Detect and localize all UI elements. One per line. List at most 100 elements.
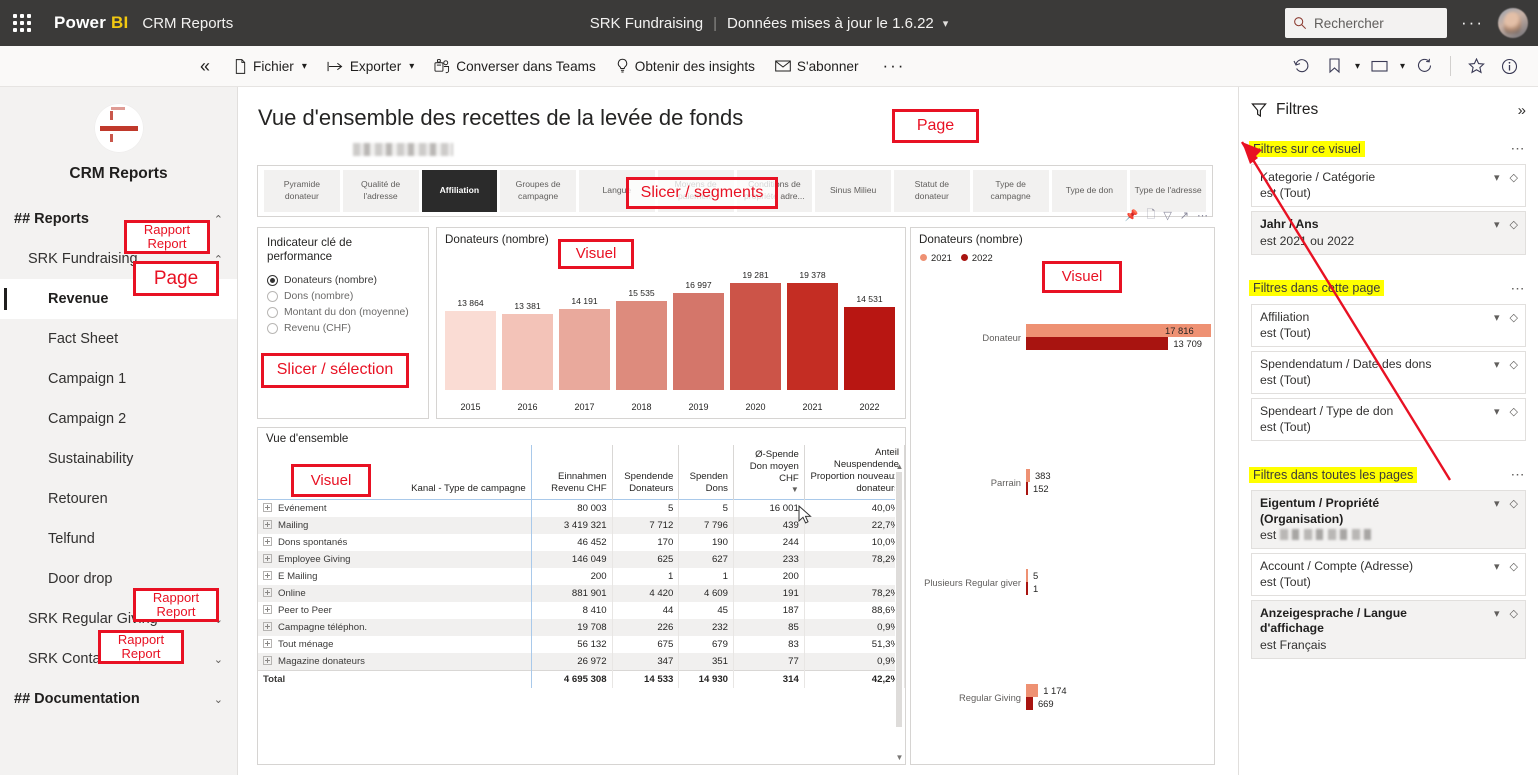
bar-2018[interactable]: [616, 301, 667, 390]
expand-row-icon[interactable]: [263, 502, 272, 512]
pin-icon[interactable]: 📌: [1125, 209, 1139, 222]
toolbar-teams[interactable]: Converser dans Teams: [426, 54, 604, 79]
hbar-2022-regular-giving[interactable]: [1026, 697, 1033, 710]
toolbar-overflow-button[interactable]: ···: [870, 51, 917, 81]
clear-filter-icon[interactable]: ◇: [1510, 358, 1518, 371]
sidebar-item-srk-regular-giving[interactable]: SRK Regular Giving ⌄: [0, 599, 237, 639]
bookmark-icon[interactable]: [1320, 52, 1350, 80]
sidebar-item-srk-contacts[interactable]: SRK Contacts ⌄: [0, 639, 237, 679]
chevron-down-icon[interactable]: ▾: [1494, 171, 1500, 184]
chevron-down-icon[interactable]: ▾: [1494, 560, 1500, 573]
donors-by-year-chart[interactable]: Donateurs (nombre) 13 864 13 381 14 191 15 …: [436, 227, 906, 419]
hbar-row-2022[interactable]: 13 709: [1026, 337, 1210, 350]
topbar-more-button[interactable]: ···: [1457, 13, 1488, 33]
info-icon[interactable]: [1494, 52, 1524, 80]
chevron-down-icon[interactable]: ▾: [1494, 218, 1500, 231]
hbar-row-2021[interactable]: 383: [1026, 469, 1210, 482]
filter-card-eigentum[interactable]: Eigentum / Propriété (Organisation) est …: [1251, 490, 1526, 549]
filter-card-account[interactable]: Account / Compte (Adresse) est (Tout) ▾ …: [1251, 552, 1526, 596]
bar-2021[interactable]: [787, 283, 838, 390]
sort-descending-icon[interactable]: ▼: [739, 485, 799, 495]
clear-filter-icon[interactable]: ◇: [1510, 607, 1518, 620]
filter-group-all-more[interactable]: ⋯: [1511, 466, 1527, 483]
clear-filter-icon[interactable]: ◇: [1510, 218, 1518, 231]
reset-icon[interactable]: [1287, 52, 1317, 80]
expand-row-icon[interactable]: [263, 621, 272, 631]
hbar-2022-parrain[interactable]: [1026, 482, 1028, 495]
expand-row-icon[interactable]: [263, 570, 272, 580]
filter-card-spendendatum[interactable]: Spendendatum / Date des dons est (Tout) …: [1251, 350, 1526, 394]
hbar-row-2022[interactable]: 1: [1026, 582, 1210, 595]
bar-column-2015[interactable]: 13 864: [445, 270, 496, 390]
expand-row-icon[interactable]: [263, 519, 272, 529]
expand-row-icon[interactable]: [263, 587, 272, 597]
bar-column-2019[interactable]: 16 997: [673, 270, 724, 390]
expand-row-icon[interactable]: [263, 536, 272, 546]
scroll-up-icon[interactable]: ▲: [895, 462, 904, 471]
slicer-tab-sinus-milieu[interactable]: Sinus Milieu: [815, 170, 891, 212]
kpi-option-revenu[interactable]: Revenu (CHF): [267, 321, 419, 337]
clear-filter-icon[interactable]: ◇: [1510, 171, 1518, 184]
chevron-down-icon[interactable]: ▾: [1494, 497, 1500, 510]
scrollbar-thumb[interactable]: [896, 472, 902, 727]
avatar[interactable]: [1498, 8, 1528, 38]
sidebar-item-door-drop[interactable]: Door drop: [0, 559, 237, 599]
chevron-down-icon[interactable]: ▾: [302, 61, 307, 72]
slicer-tab-affiliation[interactable]: Affiliation: [421, 170, 498, 212]
col-header-don-moyen[interactable]: Ø-Spende Don moyen CHF ▼: [733, 445, 805, 500]
chevron-down-icon[interactable]: ⌄: [214, 613, 223, 626]
table-row[interactable]: Dons spontanés 46 452 170 190 244 10,0%: [258, 533, 905, 551]
sidebar-section-reports[interactable]: ## Reports ⌃: [0, 199, 237, 239]
sidebar-item-revenue[interactable]: Revenue: [0, 279, 237, 319]
chevron-down-icon[interactable]: ⌄: [214, 653, 223, 666]
slicer-tab-type-don[interactable]: Type de don: [1051, 170, 1128, 212]
expand-row-icon[interactable]: [263, 604, 272, 614]
sidebar-item-campaign-1[interactable]: Campaign 1: [0, 359, 237, 399]
clear-filter-icon[interactable]: ◇: [1510, 497, 1518, 510]
donors-by-affiliation-chart[interactable]: 📌 🗋 ▽ ↗ ⋯ Donateurs (nombre) 2021 2022 D…: [910, 209, 1215, 765]
sidebar-item-telfund[interactable]: Telfund: [0, 519, 237, 559]
expand-row-icon[interactable]: [263, 655, 272, 665]
chevron-down-icon[interactable]: ▾: [1494, 405, 1500, 418]
toolbar-fichier[interactable]: Fichier ▾: [226, 54, 315, 79]
toolbar-subscribe[interactable]: S'abonner: [767, 54, 867, 79]
chevron-down-icon[interactable]: ▾: [1398, 61, 1407, 72]
chevron-down-icon[interactable]: ▾: [1494, 311, 1500, 324]
slicer-tab-langue[interactable]: Langue: [579, 170, 655, 212]
filter-card-jahr[interactable]: Jahr / Ans est 2021 ou 2022 ▾ ◇: [1251, 211, 1526, 255]
hbar-2021-regular-giving[interactable]: [1026, 684, 1039, 697]
chevron-up-icon[interactable]: ⌃: [214, 253, 223, 266]
sidebar-item-retouren[interactable]: Retouren: [0, 479, 237, 519]
slicer-tab-statut-donateur[interactable]: Statut de donateur: [894, 170, 970, 212]
sidebar-section-documentation[interactable]: ## Documentation ⌄: [0, 679, 237, 719]
toolbar-insights[interactable]: Obtenir des insights: [608, 53, 763, 79]
scroll-down-icon[interactable]: ▼: [895, 753, 904, 762]
col-header-einnahmen[interactable]: Einnahmen Revenu CHF: [531, 445, 613, 500]
sidebar-item-fact-sheet[interactable]: Fact Sheet: [0, 319, 237, 359]
filter-card-anzeigesprache[interactable]: Anzeigesprache / Langue d'affichage est …: [1251, 600, 1526, 659]
filter-card-kategorie[interactable]: Kategorie / Catégorie est (Tout) ▾ ◇: [1251, 164, 1526, 208]
bar-column-2018[interactable]: 15 535: [616, 270, 667, 390]
filter-icon[interactable]: ▽: [1163, 209, 1171, 222]
table-row[interactable]: Peer to Peer 8 410 44 45 187 88,6%: [258, 601, 905, 619]
hbar-row-2022[interactable]: 669: [1026, 697, 1210, 710]
bar-2020[interactable]: [730, 283, 781, 390]
bar-column-2020[interactable]: 19 281: [730, 270, 781, 390]
bar-2019[interactable]: [673, 292, 724, 390]
report-name[interactable]: SRK Fundraising: [590, 15, 703, 32]
app-launcher-button[interactable]: [0, 14, 44, 32]
filter-card-spendeart[interactable]: Spendeart / Type de don est (Tout) ▾ ◇: [1251, 398, 1526, 442]
table-row[interactable]: Employee Giving 146 049 625 627 233 78,2%: [258, 550, 905, 568]
focus-icon[interactable]: ↗: [1180, 209, 1189, 222]
table-row[interactable]: Campagne téléphon. 19 708 226 232 85 0,9%: [258, 618, 905, 636]
bar-2016[interactable]: [502, 313, 553, 390]
sidebar-item-srk-fundraising[interactable]: SRK Fundraising ⌃: [0, 239, 237, 279]
bar-2017[interactable]: [559, 308, 610, 390]
bar-column-2016[interactable]: 13 381: [502, 270, 553, 390]
copy-icon[interactable]: 🗋: [1146, 206, 1155, 225]
powerbi-logo[interactable]: Power BI: [54, 13, 128, 33]
table-scrollbar[interactable]: ▲ ▼: [895, 462, 904, 762]
slicer-tab-groupes-campagne[interactable]: Groupes de campagne: [500, 170, 576, 212]
slicer-tab-qualite-adresse[interactable]: Qualité de l'adresse: [342, 170, 419, 212]
bar-2022[interactable]: [844, 306, 895, 390]
